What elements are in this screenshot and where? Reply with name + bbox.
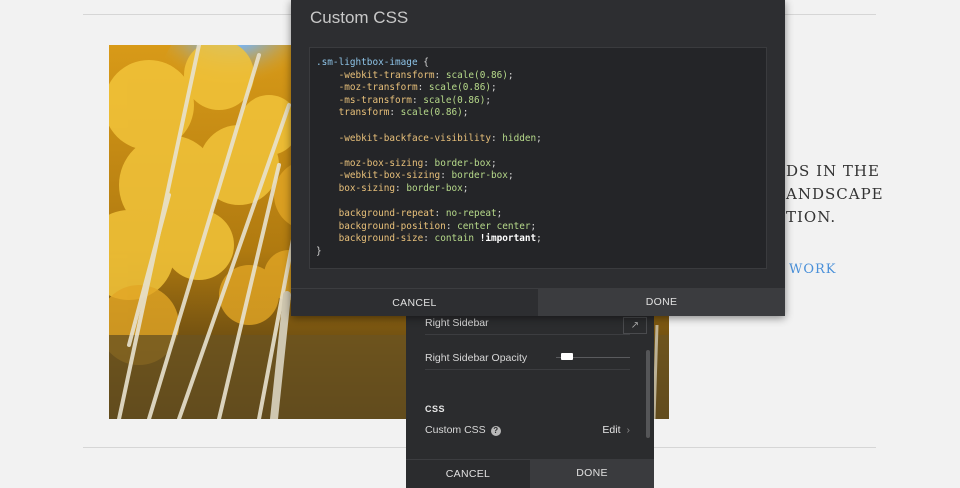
code-line: background-size: contain !important; [316,233,542,245]
custom-css-label: Custom CSS [425,424,486,436]
panel-done-button[interactable]: DONE [530,459,654,488]
right-sidebar-opacity-row: Right Sidebar Opacity [425,352,630,370]
code-line: } [316,245,322,257]
intro-text-line: TION. [786,208,837,226]
right-sidebar-label: Right Sidebar [425,317,489,329]
intro-text-line: ANDSCAPE [786,185,884,203]
edit-custom-css-link[interactable]: Edit › [602,424,630,436]
code-line: transform: scale(0.86); [316,107,469,119]
css-section-heading: CSS [425,404,446,414]
panel-footer: CANCEL DONE [406,459,654,488]
custom-css-row[interactable]: Custom CSS? Edit › [425,424,630,442]
intro-text-line: DS IN THE [786,162,880,180]
code-line: -moz-transform: scale(0.86); [316,82,497,94]
code-line: -webkit-transform: scale(0.86); [316,69,514,81]
modal-title: Custom CSS [310,8,409,27]
custom-css-modal: Custom CSS .sm-lightbox-image { -webkit-… [291,0,785,316]
intro-text: DS IN THE ANDSCAPE TION. [786,160,960,229]
code-line: box-sizing: border-box; [316,182,469,194]
panel-scrollbar[interactable] [646,350,650,438]
settings-panel: Right Sidebar ↗ Right Sidebar Opacity CS… [406,315,654,488]
edit-label: Edit [602,424,621,436]
panel-cancel-button[interactable]: CANCEL [406,459,530,488]
eyedropper-icon[interactable]: ↗ [623,317,647,334]
modal-cancel-button[interactable]: CANCEL [291,288,538,316]
code-line: -moz-box-sizing: border-box; [316,157,497,169]
css-code[interactable]: .sm-lightbox-image { -webkit-transform: … [316,57,766,259]
code-line: -webkit-backface-visibility: hidden; [316,132,542,144]
right-sidebar-opacity-label: Right Sidebar Opacity [425,352,528,364]
modal-done-button[interactable]: DONE [538,288,785,316]
css-code-editor[interactable]: .sm-lightbox-image { -webkit-transform: … [309,47,767,269]
right-sidebar-row[interactable]: Right Sidebar ↗ [425,317,647,335]
help-icon[interactable]: ? [490,426,501,436]
code-line: .sm-lightbox-image { [316,57,429,68]
code-line: background-position: center center; [316,220,537,232]
chevron-right-icon: › [626,424,631,436]
opacity-slider-thumb[interactable] [560,353,573,360]
modal-footer: CANCEL DONE [291,288,785,316]
code-line: -ms-transform: scale(0.86); [316,94,491,106]
work-link[interactable]: WORK [789,262,837,277]
code-line: -webkit-box-sizing: border-box; [316,170,514,182]
code-line: background-repeat: no-repeat; [316,208,503,220]
